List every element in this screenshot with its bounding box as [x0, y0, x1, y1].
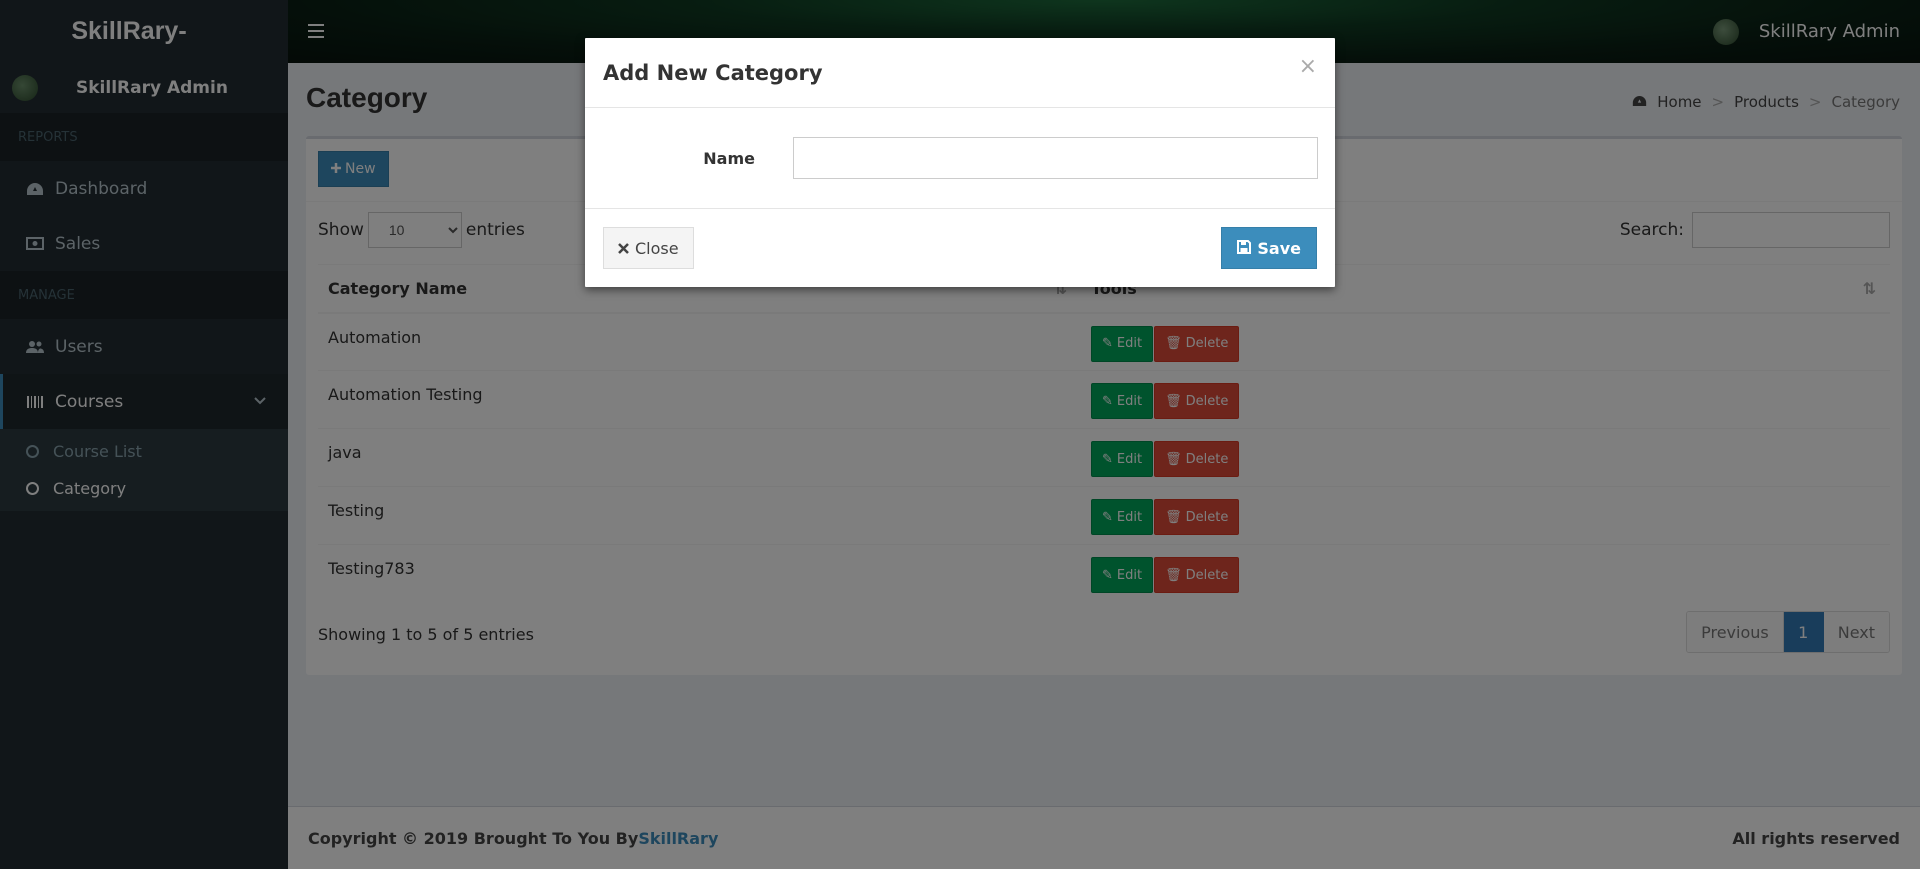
- save-button[interactable]: Save: [1221, 227, 1317, 269]
- modal-footer: Close Save: [585, 209, 1335, 287]
- close-button[interactable]: Close: [603, 227, 694, 269]
- save-button-label: Save: [1257, 238, 1301, 258]
- modal-title: Add New Category: [603, 60, 823, 85]
- add-category-modal: Add New Category × Name Close Save: [585, 38, 1335, 287]
- modal-header: Add New Category ×: [585, 38, 1335, 108]
- name-label: Name: [703, 148, 755, 168]
- save-icon: [1237, 239, 1252, 258]
- close-icon[interactable]: ×: [1299, 54, 1317, 79]
- close-button-label: Close: [635, 238, 679, 258]
- name-input[interactable]: [793, 137, 1318, 179]
- modal-body: Name: [585, 108, 1335, 209]
- times-icon: [618, 239, 629, 258]
